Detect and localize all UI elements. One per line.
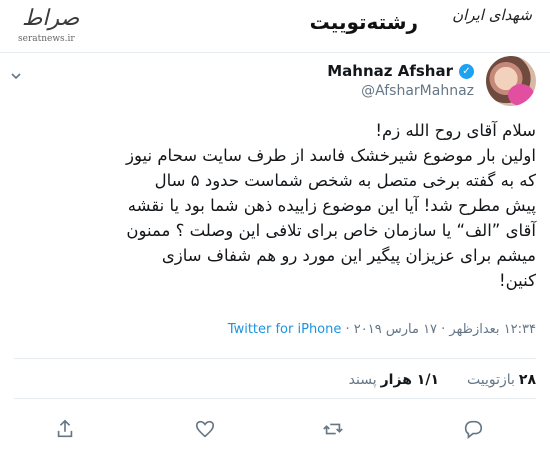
tweet-stats: ۲۸بازتوییت ۱/۱ هزارپسند	[349, 372, 536, 388]
tweet-body: سلام آقای روح الله زم! اولین بار موضوع ش…	[11, 118, 536, 293]
author-handle[interactable]: @AfsharMahnaz	[361, 83, 474, 99]
tweet-line: سلام آقای روح الله زم!	[375, 121, 536, 140]
tweet-line: که به گفته برخی متصل به شخص شماست حدود ۵…	[154, 171, 536, 190]
tweet-line: میشم برای عزیزان پیگیر این مورد رو هم شف…	[161, 246, 536, 265]
page-title: رشته‌توییت	[309, 10, 418, 34]
meta-divider	[14, 358, 536, 359]
stats-divider	[14, 398, 536, 399]
tweet-timestamp[interactable]: ۱۲:۳۴ بعدازظهر · ۱۷ مارس ۲۰۱۹ ·	[346, 322, 536, 337]
retweet-count: ۲۸	[518, 372, 536, 388]
heart-icon[interactable]	[194, 418, 216, 440]
tweet-line: پیش مطرح شد! آیا این موضوع زاییده ذهن شم…	[127, 196, 536, 215]
author-name[interactable]: Mahnaz Afshar ✓	[327, 62, 474, 80]
chevron-down-icon[interactable]	[10, 70, 22, 82]
watermark: شهدای ایران	[452, 6, 532, 24]
like-stat[interactable]: ۱/۱ هزارپسند	[349, 372, 439, 388]
reply-icon[interactable]	[462, 418, 484, 440]
top-bar: صراط seratnews.ir رشته‌توییت شهدای ایران	[0, 0, 550, 52]
tweet-actions	[0, 410, 550, 450]
logo-text: صراط	[22, 6, 80, 31]
like-count: ۱/۱ هزار	[380, 372, 439, 388]
retweet-stat[interactable]: ۲۸بازتوییت	[467, 372, 536, 388]
verified-badge-icon: ✓	[459, 63, 474, 79]
retweet-label: بازتوییت	[466, 372, 515, 388]
tweet-client[interactable]: Twitter for iPhone	[228, 322, 342, 337]
tweet-line: آقای ”الف“ یا سازمان خاص برای تلافی این …	[126, 221, 536, 240]
retweet-icon[interactable]	[322, 418, 344, 440]
share-icon[interactable]	[54, 418, 76, 440]
logo-site: seratnews.ir	[18, 34, 75, 44]
site-logo: صراط seratnews.ir	[8, 4, 100, 46]
author-name-text[interactable]: Mahnaz Afshar	[327, 62, 453, 80]
header-divider	[0, 52, 550, 53]
tweet-line: اولین بار موضوع شیرخشک فاسد از طرف سایت …	[126, 146, 536, 165]
tweet-line: کنین!	[499, 271, 536, 290]
like-label: پسند	[348, 372, 377, 388]
tweet-meta: ۱۲:۳۴ بعدازظهر · ۱۷ مارس ۲۰۱۹ · Twitter …	[228, 322, 536, 337]
avatar[interactable]	[486, 56, 536, 106]
